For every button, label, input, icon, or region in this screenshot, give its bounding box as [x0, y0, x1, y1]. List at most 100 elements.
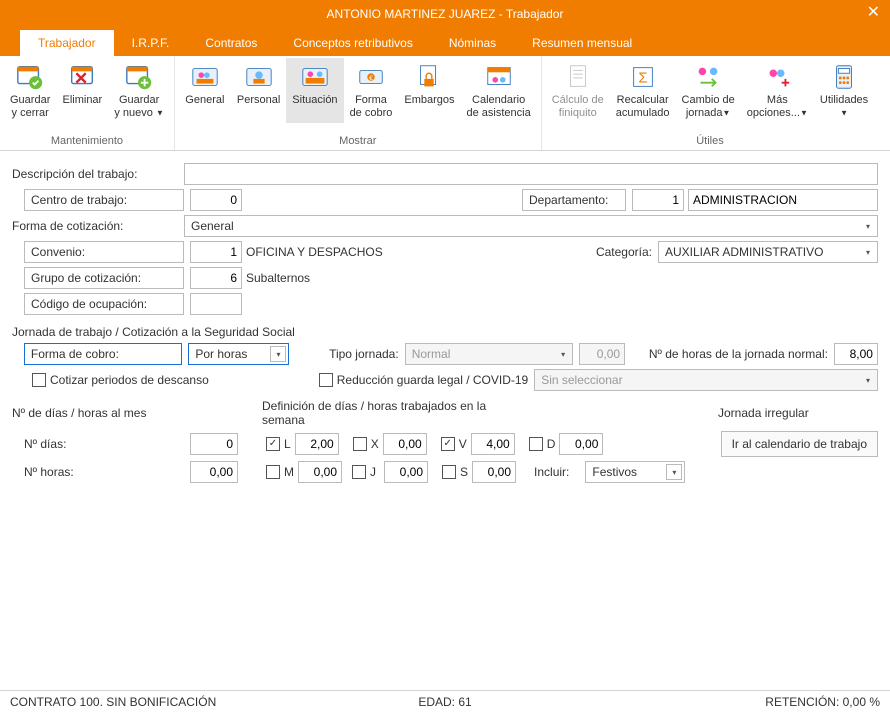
grupo-cotizacion-input[interactable] [190, 267, 242, 289]
categoria-label: Categoría: [596, 243, 658, 261]
chevron-down-icon: ▾ [556, 347, 570, 361]
ndias-input[interactable] [190, 433, 238, 455]
calendar-people-icon [484, 62, 514, 92]
receipt-icon [563, 62, 593, 92]
status-right: RETENCIÓN: 0,00 % [765, 695, 880, 709]
ribbon-group-label: Mostrar [179, 133, 537, 150]
day-S-checkbox[interactable]: S [442, 465, 468, 479]
personal-button[interactable]: Personal [231, 58, 286, 123]
checkbox-icon [352, 465, 366, 479]
swap-people-icon [693, 62, 723, 92]
convenio-input[interactable] [190, 241, 242, 263]
tab-trabajador[interactable]: Trabajador [20, 30, 114, 56]
calendario-asistencia-button[interactable]: Calendario de asistencia [461, 58, 537, 123]
day-X-input[interactable] [383, 433, 427, 455]
horas-normal-input[interactable] [834, 343, 878, 365]
tipo-jornada-label: Tipo jornada: [329, 345, 405, 363]
ribbon-group-utiles: Cálculo de finiquito Σ Recalcular acumul… [542, 56, 878, 150]
forma-cotizacion-select[interactable]: General▾ [184, 215, 878, 237]
incluir-select[interactable]: Festivos▾ [585, 461, 685, 483]
chevron-down-icon: ▼ [800, 108, 808, 117]
close-icon[interactable]: ✕ [867, 2, 880, 22]
forma-cobro-button[interactable]: € Forma de cobro [344, 58, 399, 123]
day-J-checkbox[interactable]: J [352, 465, 376, 479]
day-L-input[interactable] [295, 433, 339, 455]
save-new-icon [124, 62, 154, 92]
save-new-button[interactable]: Guardar y nuevo ▼ [108, 58, 170, 123]
person-icon [244, 62, 274, 92]
chevron-down-icon: ▾ [861, 219, 875, 233]
day-M-input[interactable] [298, 461, 342, 483]
chevron-down-icon: ▼ [723, 108, 731, 117]
incluir-label: Incluir: [534, 463, 575, 481]
chevron-down-icon: ▾ [861, 245, 875, 259]
day-M-checkbox[interactable]: M [266, 465, 294, 479]
chevron-down-icon: ▼ [840, 108, 848, 117]
departamento-input[interactable] [632, 189, 684, 211]
ribbon-group-mostrar: General Personal Situación € Forma de co… [175, 56, 542, 150]
horas-normal-label: Nº de horas de la jornada normal: [649, 345, 834, 363]
ribbon-group-label: Útiles [546, 133, 874, 150]
day-X-checkbox[interactable]: X [353, 437, 379, 451]
people-icon [300, 62, 330, 92]
utilidades-button[interactable]: Utilidades ▼ [814, 58, 874, 123]
lock-doc-icon [414, 62, 444, 92]
calculator-icon [829, 62, 859, 92]
status-left: CONTRATO 100. SIN BONIFICACIÓN [10, 695, 216, 709]
day-D-input[interactable] [559, 433, 603, 455]
checkbox-icon: ✓ [441, 437, 455, 451]
centro-trabajo-input[interactable] [190, 189, 242, 211]
departamento-name[interactable] [688, 189, 878, 211]
categoria-select[interactable]: AUXILIAR ADMINISTRATIVO▾ [658, 241, 878, 263]
people-plus-icon [762, 62, 792, 92]
reduccion-select: Sin seleccionar▾ [534, 369, 878, 391]
save-close-button[interactable]: Guardar y cerrar [4, 58, 56, 123]
tab-resumen[interactable]: Resumen mensual [514, 30, 650, 56]
day-L-checkbox[interactable]: ✓L [266, 437, 291, 451]
section-jornada-title: Jornada de trabajo / Cotización a la Seg… [12, 325, 878, 339]
checkbox-icon: ✓ [266, 437, 280, 451]
descripcion-input[interactable] [184, 163, 878, 185]
tab-conceptos[interactable]: Conceptos retributivos [275, 30, 430, 56]
chevron-down-icon: ▼ [156, 108, 164, 117]
col1-title: Nº de días / horas al mes [12, 406, 262, 420]
delete-button[interactable]: Eliminar [56, 58, 108, 123]
convenio-name: OFICINA Y DESPACHOS [246, 245, 383, 259]
forma-cobro-label: Forma de cobro: [24, 343, 183, 365]
nhoras-input[interactable] [190, 461, 238, 483]
embargos-button[interactable]: Embargos [398, 58, 460, 123]
tab-irpf[interactable]: I.R.P.F. [114, 30, 188, 56]
tab-contratos[interactable]: Contratos [187, 30, 275, 56]
cambio-jornada-button[interactable]: Cambio de jornada▼ [676, 58, 741, 123]
day-S-input[interactable] [472, 461, 516, 483]
grupo-cotizacion-name: Subalternos [246, 271, 310, 285]
chevron-down-icon: ▾ [861, 373, 875, 387]
tipo-jornada-hours [579, 343, 625, 365]
recalcular-button[interactable]: Σ Recalcular acumulado [610, 58, 676, 123]
forma-cobro-select[interactable]: Por horas▾ [188, 343, 289, 365]
ribbon: Guardar y cerrar Eliminar Guardar y nuev… [0, 56, 890, 151]
day-V-checkbox[interactable]: ✓V [441, 437, 467, 451]
checkbox-icon [266, 465, 280, 479]
general-button[interactable]: General [179, 58, 231, 123]
mas-opciones-button[interactable]: Más opciones...▼ [741, 58, 814, 123]
title-bar: ANTONIO MARTINEZ JUAREZ - Trabajador ✕ [0, 0, 890, 28]
ribbon-group-mantenimiento: Guardar y cerrar Eliminar Guardar y nuev… [0, 56, 175, 150]
day-V-input[interactable] [471, 433, 515, 455]
descripcion-label: Descripción del trabajo: [12, 165, 184, 183]
day-D-checkbox[interactable]: D [529, 437, 556, 451]
day-J-input[interactable] [384, 461, 428, 483]
ndias-label: Nº días: [24, 435, 90, 453]
convenio-label: Convenio: [24, 241, 184, 263]
ir-calendario-button[interactable]: Ir al calendario de trabajo [721, 431, 878, 457]
situacion-button[interactable]: Situación [286, 58, 343, 123]
window-title: ANTONIO MARTINEZ JUAREZ - Trabajador [327, 7, 564, 21]
codigo-ocupacion-input[interactable] [190, 293, 242, 315]
tipo-jornada-select: Normal▾ [405, 343, 573, 365]
delete-icon [67, 62, 97, 92]
reduccion-checkbox[interactable]: Reducción guarda legal / COVID-19 [319, 373, 528, 387]
tab-nominas[interactable]: Nóminas [431, 30, 514, 56]
calculo-finiquito-button: Cálculo de finiquito [546, 58, 610, 123]
cotizar-periodos-checkbox[interactable]: Cotizar periodos de descanso [32, 373, 209, 387]
checkbox-icon [529, 437, 543, 451]
